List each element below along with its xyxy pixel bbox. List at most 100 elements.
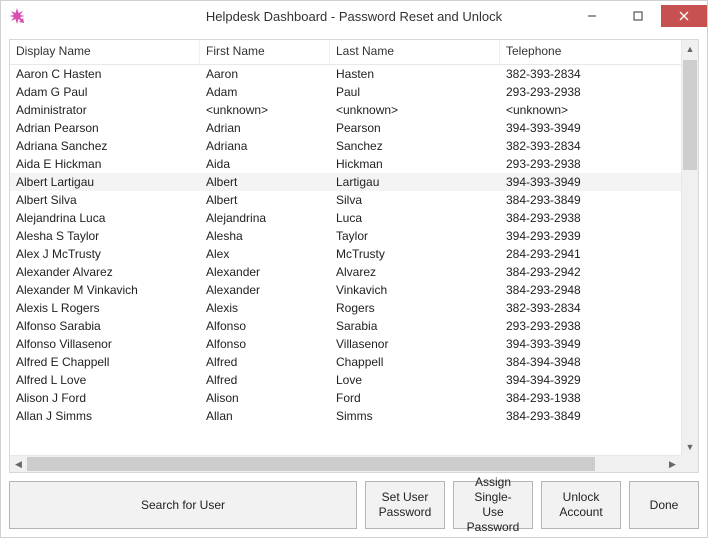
cell-last-name: Alvarez <box>330 264 500 280</box>
cell-last-name: Pearson <box>330 120 500 136</box>
table-row[interactable]: Alison J FordAlisonFord384-293-1938 <box>10 389 698 407</box>
table-row[interactable]: Adriana SanchezAdrianaSanchez382-393-283… <box>10 137 698 155</box>
table-row[interactable]: Alfonso VillasenorAlfonsoVillasenor394-3… <box>10 335 698 353</box>
table-row[interactable]: Alesha S TaylorAleshaTaylor394-293-2939 <box>10 227 698 245</box>
column-display-name[interactable]: Display Name <box>10 40 200 64</box>
cell-last-name: <unknown> <box>330 102 500 118</box>
cell-display-name: Aaron C Hasten <box>10 66 200 82</box>
cell-first-name: Alfonso <box>200 336 330 352</box>
table-row[interactable]: Albert SilvaAlbertSilva384-293-3849 <box>10 191 698 209</box>
cell-first-name: Adriana <box>200 138 330 154</box>
cell-last-name: Chappell <box>330 354 500 370</box>
cell-first-name: <unknown> <box>200 102 330 118</box>
cell-telephone: 384-394-3948 <box>500 354 698 370</box>
cell-telephone: 384-293-2948 <box>500 282 698 298</box>
cell-display-name: Alfonso Villasenor <box>10 336 200 352</box>
cell-first-name: Allan <box>200 408 330 424</box>
table-row[interactable]: Alejandrina LucaAlejandrinaLuca384-293-2… <box>10 209 698 227</box>
assign-single-use-password-button[interactable]: Assign Single-Use Password <box>453 481 533 529</box>
close-button[interactable] <box>661 5 707 27</box>
cell-first-name: Aida <box>200 156 330 172</box>
table-row[interactable]: Alexis L RogersAlexisRogers382-393-2834 <box>10 299 698 317</box>
cell-display-name: Aida E Hickman <box>10 156 200 172</box>
column-first-name[interactable]: First Name <box>200 40 330 64</box>
cell-telephone: 384-293-2938 <box>500 210 698 226</box>
cell-first-name: Aaron <box>200 66 330 82</box>
cell-last-name: Taylor <box>330 228 500 244</box>
cell-display-name: Alexis L Rogers <box>10 300 200 316</box>
cell-telephone: 394-293-2939 <box>500 228 698 244</box>
cell-first-name: Albert <box>200 192 330 208</box>
cell-last-name: Hasten <box>330 66 500 82</box>
column-telephone[interactable]: Telephone <box>500 40 698 64</box>
cell-last-name: Villasenor <box>330 336 500 352</box>
cell-last-name: Sarabia <box>330 318 500 334</box>
scroll-down-arrow[interactable]: ▼ <box>682 438 698 455</box>
table-row[interactable]: Adrian PearsonAdrianPearson394-393-3949 <box>10 119 698 137</box>
cell-display-name: Administrator <box>10 102 200 118</box>
cell-display-name: Alison J Ford <box>10 390 200 406</box>
cell-first-name: Alexis <box>200 300 330 316</box>
table-row[interactable]: Albert LartigauAlbertLartigau394-393-394… <box>10 173 698 191</box>
cell-last-name: McTrusty <box>330 246 500 262</box>
cell-last-name: Love <box>330 372 500 388</box>
cell-last-name: Rogers <box>330 300 500 316</box>
vertical-scroll-thumb[interactable] <box>683 60 697 170</box>
cell-last-name: Luca <box>330 210 500 226</box>
cell-last-name: Simms <box>330 408 500 424</box>
table-row[interactable]: Alfred E ChappellAlfredChappell384-394-3… <box>10 353 698 371</box>
cell-telephone: 384-293-1938 <box>500 390 698 406</box>
cell-display-name: Adriana Sanchez <box>10 138 200 154</box>
cell-display-name: Alfonso Sarabia <box>10 318 200 334</box>
maximize-button[interactable] <box>615 5 661 27</box>
cell-display-name: Alexander Alvarez <box>10 264 200 280</box>
cell-first-name: Alfred <box>200 354 330 370</box>
column-last-name[interactable]: Last Name <box>330 40 500 64</box>
scroll-right-arrow[interactable]: ▶ <box>664 456 681 472</box>
titlebar[interactable]: Helpdesk Dashboard - Password Reset and … <box>1 1 707 31</box>
cell-telephone: 384-293-2942 <box>500 264 698 280</box>
minimize-button[interactable] <box>569 5 615 27</box>
set-user-password-button[interactable]: Set User Password <box>365 481 445 529</box>
horizontal-scroll-thumb[interactable] <box>27 457 595 471</box>
scroll-left-arrow[interactable]: ◀ <box>10 456 27 472</box>
table-row[interactable]: Alexander AlvarezAlexanderAlvarez384-293… <box>10 263 698 281</box>
cell-display-name: Allan J Simms <box>10 408 200 424</box>
cell-first-name: Alexander <box>200 282 330 298</box>
table-row[interactable]: Aaron C HastenAaronHasten382-393-2834 <box>10 65 698 83</box>
table-row[interactable]: Allan J SimmsAllanSimms384-293-3849 <box>10 407 698 425</box>
table-row[interactable]: Alexander M VinkavichAlexanderVinkavich3… <box>10 281 698 299</box>
cell-telephone: 284-293-2941 <box>500 246 698 262</box>
table-row[interactable]: Adam G PaulAdamPaul293-293-2938 <box>10 83 698 101</box>
column-headers[interactable]: Display Name First Name Last Name Teleph… <box>10 40 698 65</box>
user-list[interactable]: Display Name First Name Last Name Teleph… <box>9 39 699 473</box>
cell-display-name: Alex J McTrusty <box>10 246 200 262</box>
cell-first-name: Adam <box>200 84 330 100</box>
cell-first-name: Albert <box>200 174 330 190</box>
table-row[interactable]: Alfred L LoveAlfredLove394-394-3929 <box>10 371 698 389</box>
scrollbar-corner <box>681 455 698 472</box>
table-row[interactable]: Alfonso SarabiaAlfonsoSarabia293-293-293… <box>10 317 698 335</box>
search-for-user-button[interactable]: Search for User <box>9 481 357 529</box>
cell-telephone: <unknown> <box>500 102 698 118</box>
cell-display-name: Adam G Paul <box>10 84 200 100</box>
vertical-scrollbar[interactable]: ▲ ▼ <box>681 40 698 455</box>
unlock-account-button[interactable]: Unlock Account <box>541 481 621 529</box>
cell-display-name: Albert Silva <box>10 192 200 208</box>
cell-display-name: Alfred L Love <box>10 372 200 388</box>
cell-telephone: 382-393-2834 <box>500 138 698 154</box>
cell-display-name: Alesha S Taylor <box>10 228 200 244</box>
cell-first-name: Alex <box>200 246 330 262</box>
table-row[interactable]: Administrator<unknown><unknown><unknown> <box>10 101 698 119</box>
cell-first-name: Alfred <box>200 372 330 388</box>
cell-telephone: 394-393-3949 <box>500 120 698 136</box>
cell-last-name: Vinkavich <box>330 282 500 298</box>
done-button[interactable]: Done <box>629 481 699 529</box>
scroll-up-arrow[interactable]: ▲ <box>682 40 698 57</box>
table-row[interactable]: Aida E HickmanAidaHickman293-293-2938 <box>10 155 698 173</box>
cell-display-name: Albert Lartigau <box>10 174 200 190</box>
table-row[interactable]: Alex J McTrustyAlexMcTrusty284-293-2941 <box>10 245 698 263</box>
horizontal-scrollbar[interactable]: ◀ ▶ <box>10 455 681 472</box>
cell-last-name: Hickman <box>330 156 500 172</box>
cell-display-name: Adrian Pearson <box>10 120 200 136</box>
